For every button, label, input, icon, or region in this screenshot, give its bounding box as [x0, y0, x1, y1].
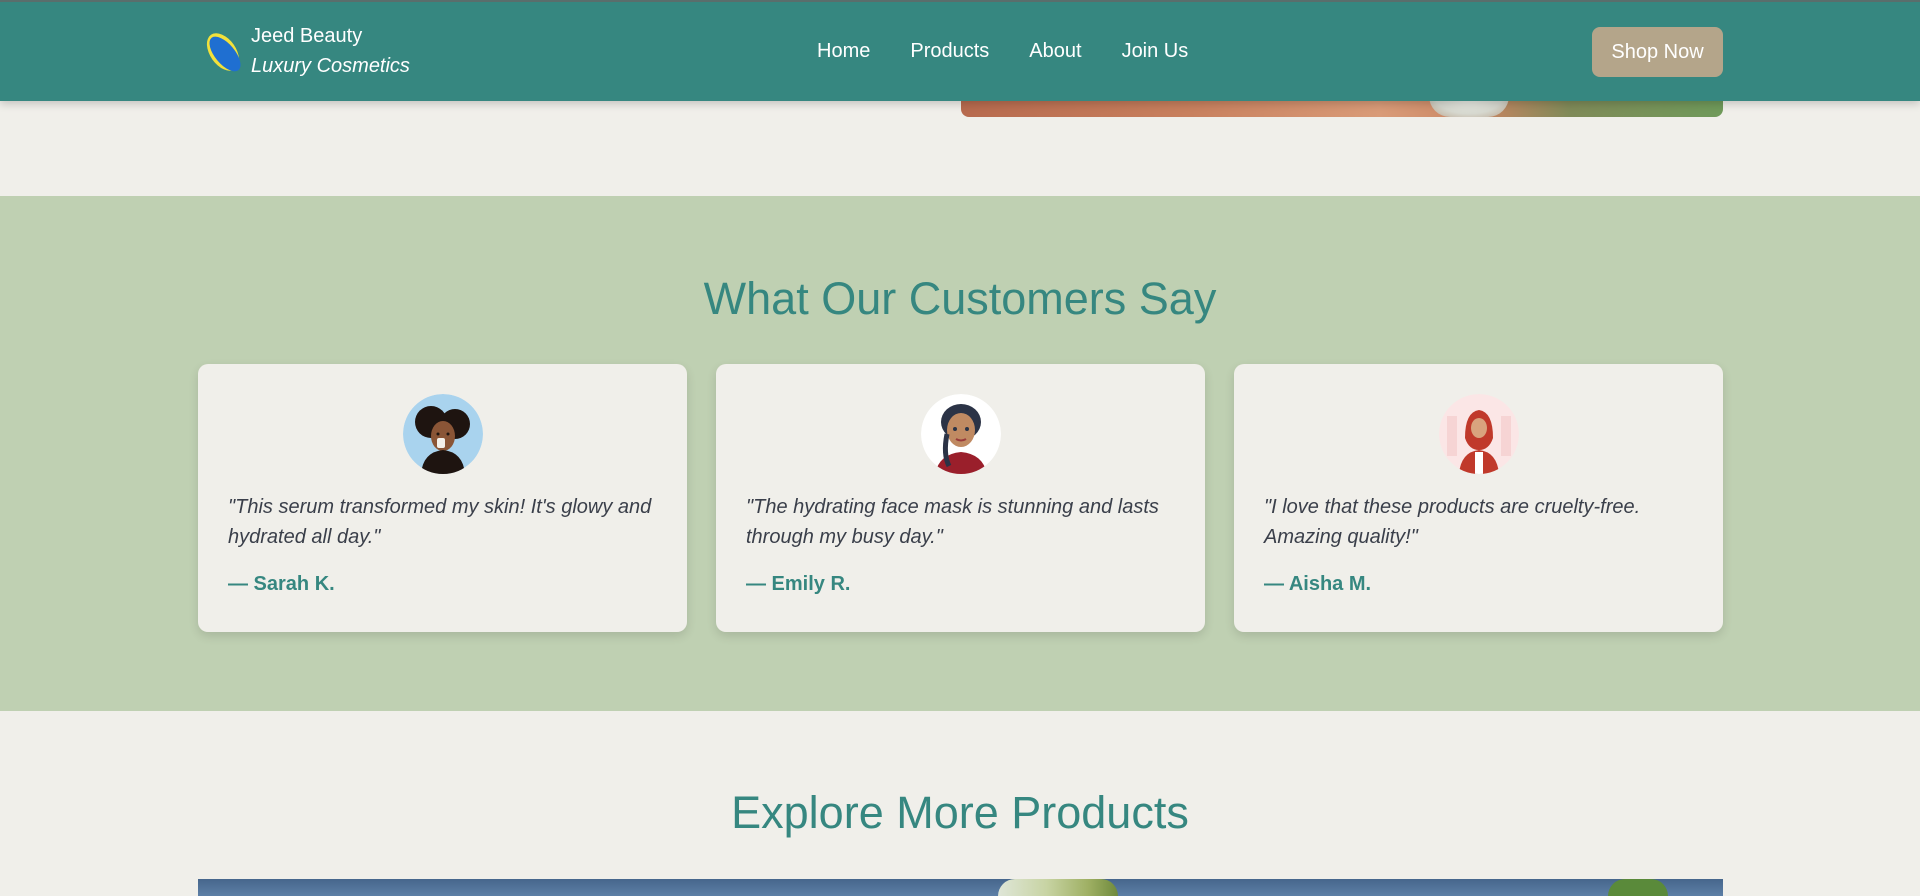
- explore-products-image: [198, 879, 1723, 896]
- customer-avatar: [1439, 394, 1519, 474]
- testimonial-card: "The hydrating face mask is stunning and…: [716, 364, 1205, 632]
- nav-home-link[interactable]: Home: [817, 40, 870, 63]
- shop-now-button[interactable]: Shop Now: [1592, 27, 1723, 77]
- testimonial-author: — Sarah K.: [228, 573, 335, 595]
- testimonials-title: What Our Customers Say: [703, 273, 1217, 324]
- customer-avatar: [921, 394, 1001, 474]
- brand-logo-icon[interactable]: [203, 28, 251, 80]
- explore-products-title: Explore More Products: [731, 787, 1189, 838]
- nav-join-us-link[interactable]: Join Us: [1122, 40, 1189, 63]
- product-leaf-image: [998, 879, 1118, 896]
- testimonial-card: "I love that these products are cruelty-…: [1234, 364, 1723, 632]
- testimonial-quote: "I love that these products are cruelty-…: [1264, 496, 1641, 548]
- product-leaf-image: [1608, 879, 1668, 896]
- nav-about-link[interactable]: About: [1029, 40, 1081, 63]
- testimonial-quote: "This serum transformed my skin! It's gl…: [228, 496, 652, 548]
- main-nav: Home Products About Join Us: [817, 40, 1188, 63]
- testimonial-quote: "The hydrating face mask is stunning and…: [746, 496, 1159, 548]
- testimonial-author: — Emily R.: [746, 573, 851, 595]
- testimonial-card: "This serum transformed my skin! It's gl…: [198, 364, 687, 632]
- testimonial-author: — Aisha M.: [1264, 573, 1372, 595]
- brand-tagline: Luxury Cosmetics: [251, 55, 410, 77]
- nav-products-link[interactable]: Products: [910, 40, 989, 63]
- testimonials-section: What Our Customers Say "This serum trans…: [0, 196, 1920, 711]
- site-header: Jeed Beauty Luxury Cosmetics Home Produc…: [0, 0, 1920, 101]
- brand-name[interactable]: Jeed Beauty: [251, 25, 362, 48]
- customer-avatar: [403, 394, 483, 474]
